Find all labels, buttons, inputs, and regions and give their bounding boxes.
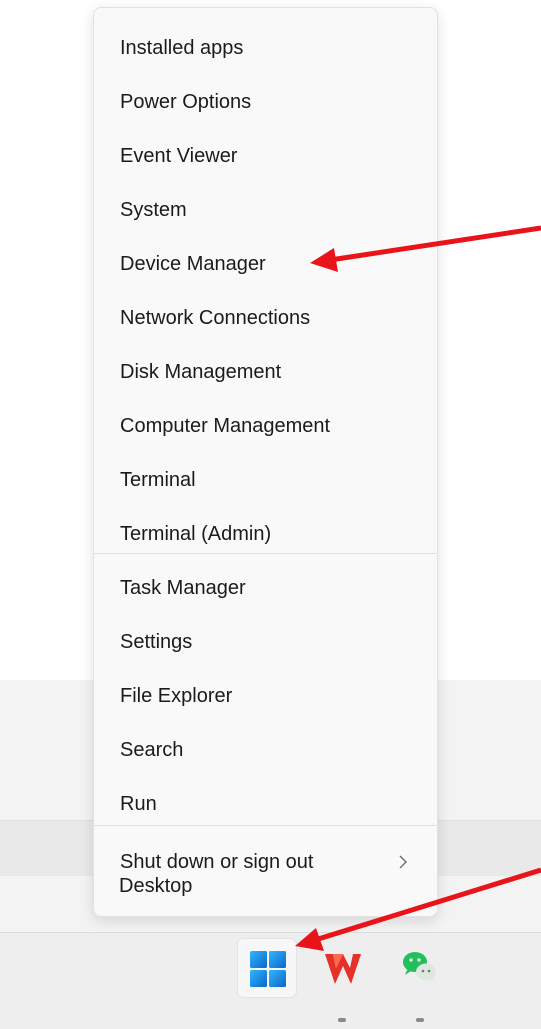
menu-item-label: Disk Management [120,360,282,383]
start-button[interactable] [237,938,297,998]
menu-item-label: Event Viewer [120,144,238,167]
menu-item-label: File Explorer [120,684,233,707]
menu-item-system[interactable]: System [94,185,437,235]
menu-item-run[interactable]: Run [94,779,437,829]
menu-item-search[interactable]: Search [94,725,437,775]
wps-office-button[interactable] [313,938,373,998]
menu-item-label: Search [120,738,184,761]
menu-item-settings[interactable]: Settings [94,617,437,667]
menu-item-desktop[interactable]: Desktop [93,861,438,911]
menu-item-label: Desktop [119,874,193,897]
menu-item-network-connections[interactable]: Network Connections [94,293,437,343]
menu-item-file-explorer[interactable]: File Explorer [94,671,437,721]
menu-item-device-manager[interactable]: Device Manager [94,239,437,289]
menu-item-disk-management[interactable]: Disk Management [94,347,437,397]
menu-separator [94,825,437,826]
menu-item-label: System [120,198,187,221]
menu-item-terminal-admin[interactable]: Terminal (Admin) [94,509,437,559]
menu-item-task-manager[interactable]: Task Manager [94,563,437,613]
menu-item-power-options[interactable]: Power Options [94,77,437,127]
running-indicator [338,1018,346,1022]
menu-item-label: Device Manager [120,252,266,275]
wps-office-icon [325,954,361,984]
menu-item-label: Settings [120,630,193,653]
menu-item-installed-apps[interactable]: Installed apps [94,23,437,73]
menu-separator [94,553,437,554]
wechat-button[interactable] [390,938,450,998]
menu-item-label: Terminal [120,468,196,491]
windows-start-icon [250,951,286,987]
running-indicator [416,1018,424,1022]
menu-item-computer-management[interactable]: Computer Management [94,401,437,451]
wechat-icon [403,952,436,982]
winx-context-menu: Installed apps Power Options Event Viewe… [93,7,438,917]
menu-item-label: Terminal (Admin) [120,522,272,545]
menu-item-terminal[interactable]: Terminal [94,455,437,505]
menu-item-label: Run [120,792,157,815]
menu-item-label: Computer Management [120,414,331,437]
menu-item-event-viewer[interactable]: Event Viewer [94,131,437,181]
menu-item-label: Power Options [120,90,252,113]
menu-item-label: Task Manager [120,576,246,599]
menu-item-label: Installed apps [120,36,244,59]
menu-item-label: Network Connections [120,306,311,329]
